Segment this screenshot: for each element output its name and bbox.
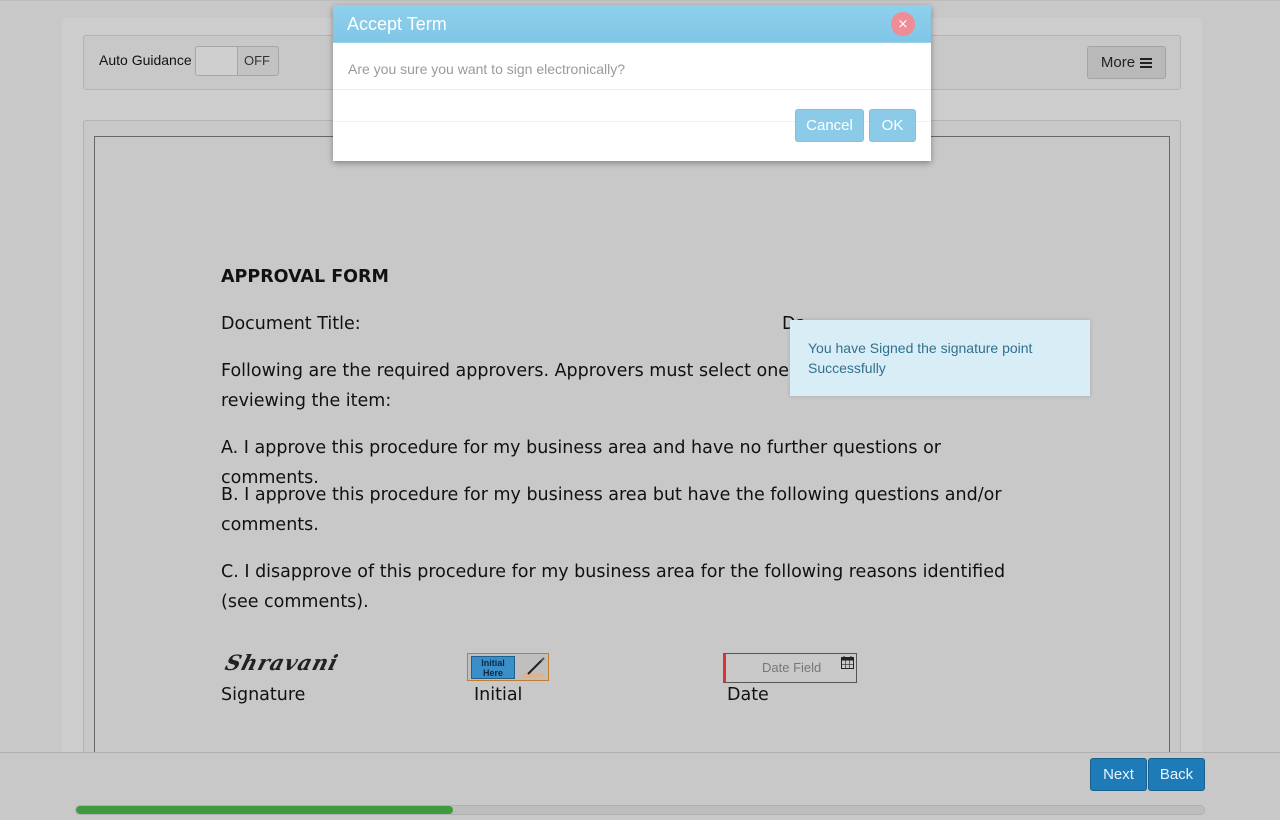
option-b-text: B. I approve this procedure for my busin…: [221, 485, 1002, 535]
initial-label: Initial: [474, 685, 523, 705]
auto-guidance-label: Auto Guidance: [99, 52, 192, 68]
modal-title: Accept Term: [347, 14, 447, 34]
initial-here-tag: Initial Here: [471, 656, 515, 679]
cancel-button[interactable]: Cancel: [795, 109, 864, 142]
modal-message: Are you sure you want to sign electronic…: [348, 61, 626, 77]
pen-hand-icon: [522, 657, 545, 678]
date-label: Date: [727, 685, 769, 705]
close-icon[interactable]: ×: [891, 12, 915, 36]
accept-term-modal: Accept Term × Are you sure you want to s…: [333, 5, 931, 161]
progress-bar: [75, 805, 1205, 815]
form-heading: APPROVAL FORM: [221, 267, 389, 287]
date-field-placeholder: Date Field: [762, 660, 822, 675]
initial-here-field[interactable]: Initial Here: [467, 653, 549, 681]
more-button-label: More: [1100, 54, 1136, 71]
modal-header: Accept Term ×: [333, 5, 931, 43]
back-button[interactable]: Back: [1148, 758, 1205, 791]
toggle-state-label: OFF: [244, 53, 270, 68]
success-toast: You have Signed the signature point Succ…: [790, 320, 1090, 396]
calendar-icon[interactable]: [841, 656, 854, 669]
signature-image[interactable]: Shravani: [223, 650, 342, 675]
option-c-text: C. I disapprove of this procedure for my…: [221, 562, 1006, 612]
more-button[interactable]: More: [1087, 46, 1166, 79]
date-field[interactable]: Date Field: [723, 653, 857, 683]
document-title-label: Document Title:: [221, 314, 361, 334]
modal-divider: [333, 89, 931, 90]
toggle-knob[interactable]: [196, 47, 238, 75]
progress-bar-fill: [76, 806, 453, 814]
next-button[interactable]: Next: [1090, 758, 1147, 791]
auto-guidance-toggle[interactable]: OFF: [195, 46, 279, 76]
signature-label: Signature: [221, 685, 306, 705]
hamburger-icon: [1140, 57, 1153, 68]
ok-button[interactable]: OK: [869, 109, 916, 142]
top-divider: [0, 0, 1280, 1]
